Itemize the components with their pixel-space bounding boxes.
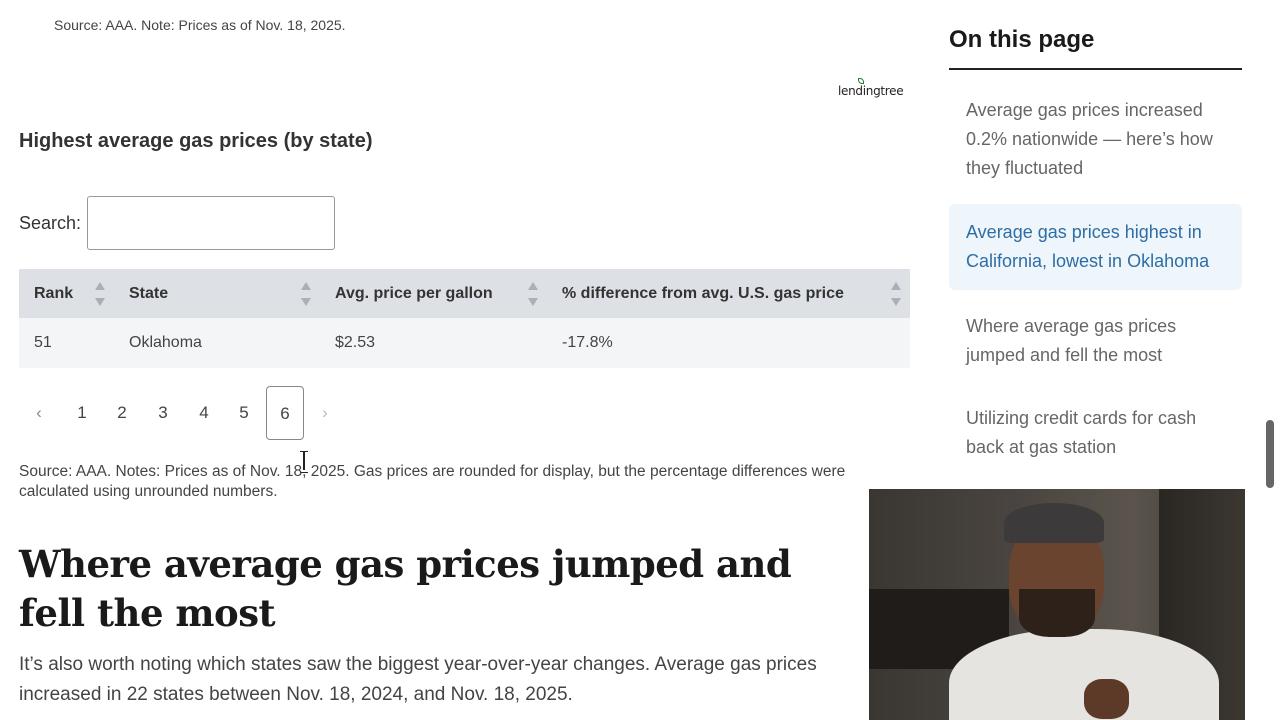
table-source-notes: Source: AAA. Notes: Prices as of Nov. 18… [19,463,846,500]
leaf-icon [858,78,864,84]
table-header-row: Rank State Avg. price per gallon % diffe… [19,269,910,318]
sort-icon[interactable] [301,282,311,306]
column-header-avg-price[interactable]: Avg. price per gallon [335,269,493,318]
section-paragraph: It’s also worth noting which states saw … [19,654,817,705]
toc-divider [949,68,1242,70]
cell-state: Oklahoma [129,334,202,351]
sort-icon[interactable] [95,282,105,306]
page-button-4[interactable]: 4 [185,386,223,440]
page-button-5[interactable]: 5 [225,386,263,440]
next-page-button[interactable]: › [307,386,343,440]
presenter-cap [1004,503,1104,543]
page-button-6-current[interactable]: 6 [266,386,304,440]
page-scrollbar[interactable] [1266,420,1274,488]
toc-item-nationwide-increase[interactable]: Average gas prices increased 0.2% nation… [949,96,1242,183]
table-of-contents: On this page Average gas prices increase… [949,26,1242,457]
webcam-overlay [869,489,1245,720]
column-header-pct-difference[interactable]: % difference from avg. U.S. gas price [562,269,844,318]
presenter-beard [1019,589,1095,637]
lendingtree-logo: lendingtree [838,78,904,98]
table-title: Highest average gas prices (by state) [19,130,373,152]
previous-page-button[interactable]: ‹ [21,386,57,440]
pagination: ‹ 1 2 3 4 5 6 › [19,386,349,440]
chart-source-note: Source: AAA. Note: Prices as of Nov. 18,… [54,17,346,33]
logo-text: lendingtree [838,84,904,98]
cell-pct-difference: -17.8% [562,334,613,351]
search-input[interactable] [87,196,335,250]
toc-item-credit-cards[interactable]: Utilizing credit cards for cash back at … [949,404,1242,462]
toc-title: On this page [949,26,1095,53]
sort-icon[interactable] [528,282,538,306]
cell-rank: 51 [34,334,52,351]
gas-prices-table: Rank State Avg. price per gallon % diffe… [19,269,910,368]
presenter-hand [1084,679,1129,719]
column-header-rank[interactable]: Rank [34,269,73,318]
table-body: 51 Oklahoma $2.53 -17.8% [19,318,910,368]
section-heading: Where average gas prices jumped and fell… [19,542,792,635]
sort-icon[interactable] [891,282,901,306]
search-label: Search: [19,213,82,233]
cell-avg-price: $2.53 [335,334,376,351]
page-button-2[interactable]: 2 [103,386,141,440]
page-button-1[interactable]: 1 [63,386,101,440]
page-button-3[interactable]: 3 [144,386,182,440]
toc-item-highest-lowest[interactable]: Average gas prices highest in California… [949,204,1242,290]
column-header-state[interactable]: State [129,269,168,318]
table-row: 51 Oklahoma $2.53 -17.8% [19,318,910,368]
toc-item-jumped-fell[interactable]: Where average gas prices jumped and fell… [949,312,1242,370]
